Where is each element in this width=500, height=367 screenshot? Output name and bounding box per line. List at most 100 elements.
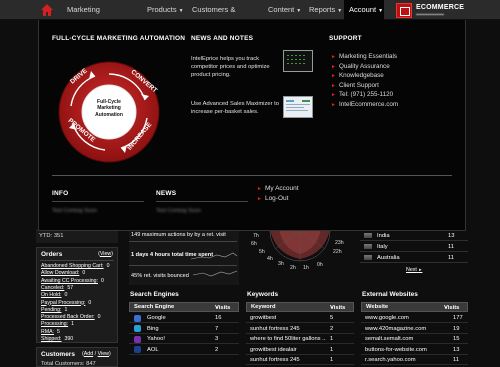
order-status-link[interactable]: Abandoned Shopping Cart: [41, 263, 104, 269]
table-row[interactable]: buttons-for-website.com 13 [361, 345, 468, 355]
sales-maximizer-thumbnail[interactable] [283, 96, 313, 118]
order-status-link[interactable]: On Hold: [41, 292, 61, 298]
nav-account[interactable]: Account ▼ [344, 0, 384, 20]
row-name: buttons-for-website.com [365, 346, 427, 353]
order-status-link[interactable]: RMA: [41, 329, 54, 335]
account-link-label: My Account [264, 185, 299, 192]
price-tracking-thumbnail[interactable] [283, 50, 313, 72]
keywords-header: Keyword Visits ▼ [246, 302, 354, 312]
row-name: semalt.semalt.com [365, 336, 414, 342]
support-link-quality-assurance[interactable]: ► Quality Assurance [331, 62, 398, 72]
table-row[interactable]: sunhut fortress 245 2 [246, 324, 354, 334]
visits-divider [129, 241, 237, 242]
external-websites-title: External Websites [362, 291, 418, 298]
nav-label: Content [268, 5, 295, 14]
bounce-sparkline [192, 270, 238, 277]
search-engines-title: Search Engines [130, 291, 179, 298]
keywords-title: Keywords [247, 291, 279, 298]
support-links: ► Marketing Essentials ► Quality Assurance… [331, 52, 398, 109]
country-row: India 13 [360, 231, 468, 241]
countries-next-link[interactable]: Next ► [406, 267, 422, 273]
nav-label: Reports [309, 5, 336, 14]
order-status-count: 0 [106, 263, 110, 269]
country-name: Italy [377, 244, 388, 250]
external-websites-header: Website Visits ▼ [361, 302, 468, 312]
caret-down-icon: ▼ [296, 8, 302, 14]
hour-label: 4h [267, 256, 273, 262]
nav-content[interactable]: Content ▼ [264, 0, 302, 20]
row-name: where to find 50liter gallons ... [250, 336, 326, 342]
row-visits: 11 [453, 357, 460, 363]
order-status-link[interactable]: Processing: [41, 321, 68, 327]
table-row[interactable]: www.google.com 177 [361, 313, 468, 323]
next-label: Next [406, 267, 417, 273]
row-name: sunhut fortress 245 [250, 357, 300, 363]
price-grid-icon [287, 55, 305, 64]
orders-title: Orders [41, 251, 63, 258]
search-engine-logo-icon [134, 346, 141, 353]
logo-text: ECOMMERCE [416, 4, 465, 11]
support-heading: SUPPORT [329, 35, 362, 42]
order-status-link[interactable]: Allow Download: [41, 270, 79, 276]
news-rule [156, 201, 248, 202]
order-status-link[interactable]: Awaiting CC Processing: [41, 278, 98, 284]
table-row[interactable]: www.420magazine.com 19 [361, 324, 468, 334]
order-status-link[interactable]: Paypal Processing: [41, 300, 85, 306]
orders-view-wrap: (View) [98, 251, 113, 257]
news-item-1[interactable]: IntelEprice helps you track competitor p… [191, 55, 270, 79]
news-item-2[interactable]: Use Advanced Sales Maximizer to increase… [191, 100, 279, 116]
customers-view-link[interactable]: View [98, 351, 109, 357]
country-row: Italy 11 [360, 242, 468, 252]
order-status-row: Shipped: 390 [41, 336, 117, 343]
nav-products[interactable]: Products ▼ [143, 0, 185, 20]
support-link-website[interactable]: ► IntelEcommerce.com [331, 100, 398, 110]
logout-link[interactable]: ► Log-Out [257, 195, 288, 202]
support-link-telephone[interactable]: ► Tel: (971) 255-1120 [331, 90, 398, 100]
brand-logo[interactable]: ECOMMERCE ▬▬▬▬▬▬▬▬ [396, 3, 476, 18]
order-status-link[interactable]: Canceled: [41, 285, 64, 291]
table-row[interactable]: where to find 50liter gallons ... 1 [246, 334, 354, 344]
order-status-count: 1 [71, 321, 74, 328]
table-row[interactable]: sunhut fortress 245 1 [246, 355, 354, 365]
row-visits: 2 [215, 346, 219, 353]
support-link-label: Marketing Essentials [338, 53, 398, 60]
orders-view-link[interactable]: View [100, 251, 111, 257]
order-status-link[interactable]: Shipped: [41, 336, 61, 342]
nav-marketing-automation[interactable]: Marketing Automation▼ [62, 0, 140, 34]
order-status-link[interactable]: Pending: [41, 307, 61, 313]
arrow-right-icon: ► [331, 54, 336, 60]
flag-icon [364, 233, 372, 238]
hour-label: 1h [303, 265, 309, 271]
arrow-right-icon: ► [257, 196, 262, 202]
table-row[interactable]: semalt.semalt.com 15 [361, 334, 468, 344]
my-account-link[interactable]: ► My Account [257, 185, 299, 192]
orders-panel: Orders (View) Abandoned Shopping Cart: 0 A… [36, 247, 118, 343]
support-link-client-support[interactable]: ► Client Support [331, 81, 398, 91]
nav-customers-orders[interactable]: Customers & Orders▼ [188, 0, 260, 34]
table-row[interactable]: AOL 2 [129, 345, 239, 355]
cycle-heading: FULL-CYCLE MARKETING AUTOMATION [52, 35, 186, 42]
customers-links: (Add / View) [82, 351, 111, 357]
table-row[interactable]: r.search.yahoo.com 11 [361, 355, 468, 365]
table-row[interactable]: Bing 7 [129, 324, 239, 334]
table-row[interactable]: Google 16 [129, 313, 239, 323]
table-row[interactable]: growitbest idealair 1 [246, 345, 354, 355]
nav-label: Account [349, 5, 377, 14]
col-keyword: Keyword [251, 304, 276, 310]
news-line: product pricing. [191, 72, 231, 78]
support-link-label: Client Support [338, 81, 379, 89]
table-row[interactable]: Yahoo! 3 [129, 334, 239, 344]
caret-down-icon: ▼ [337, 8, 343, 14]
customers-add-link[interactable]: Add [84, 351, 93, 357]
arrow-right-icon: ► [331, 92, 336, 98]
row-name: growitbest idealair [250, 346, 297, 353]
support-link-marketing-essentials[interactable]: ► Marketing Essentials [331, 52, 398, 62]
news-line: Use Advanced Sales Maximizer to [191, 101, 279, 107]
nav-reports[interactable]: Reports ▼ [305, 0, 343, 20]
arrow-right-icon: ► [257, 186, 262, 192]
table-row[interactable]: growitbest 5 [246, 313, 354, 323]
home-icon[interactable] [40, 3, 54, 17]
order-status-link[interactable]: Processed Back Order: [41, 314, 95, 320]
order-status-count: 0 [64, 292, 68, 299]
support-link-knowledgebase[interactable]: ► Knowledgebase [331, 71, 398, 81]
